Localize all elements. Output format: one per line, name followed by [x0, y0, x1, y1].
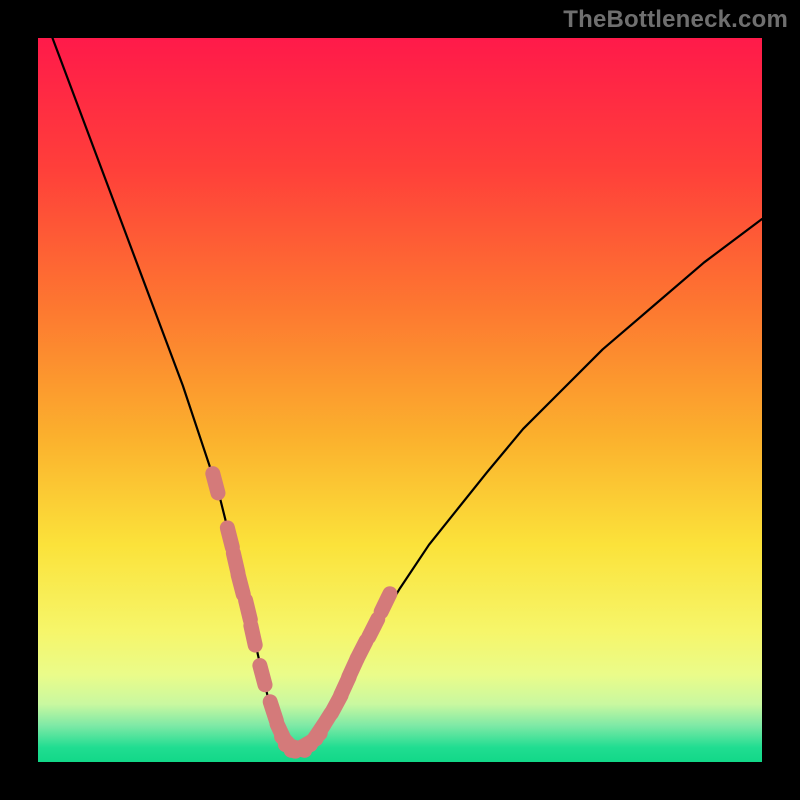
gradient-background: [38, 38, 762, 762]
marker-dot: [238, 575, 243, 594]
marker-dot: [381, 594, 390, 612]
marker-dot: [357, 641, 366, 659]
marker-dot: [251, 626, 255, 646]
chart-svg: [38, 38, 762, 762]
plot-area: [38, 38, 762, 762]
marker-dot: [369, 619, 378, 637]
chart-frame: TheBottleneck.com: [0, 0, 800, 800]
marker-dot: [260, 665, 265, 684]
marker-dot: [213, 474, 218, 493]
marker-dot: [227, 528, 232, 547]
marker-dot: [246, 600, 251, 619]
watermark-text: TheBottleneck.com: [563, 6, 788, 34]
